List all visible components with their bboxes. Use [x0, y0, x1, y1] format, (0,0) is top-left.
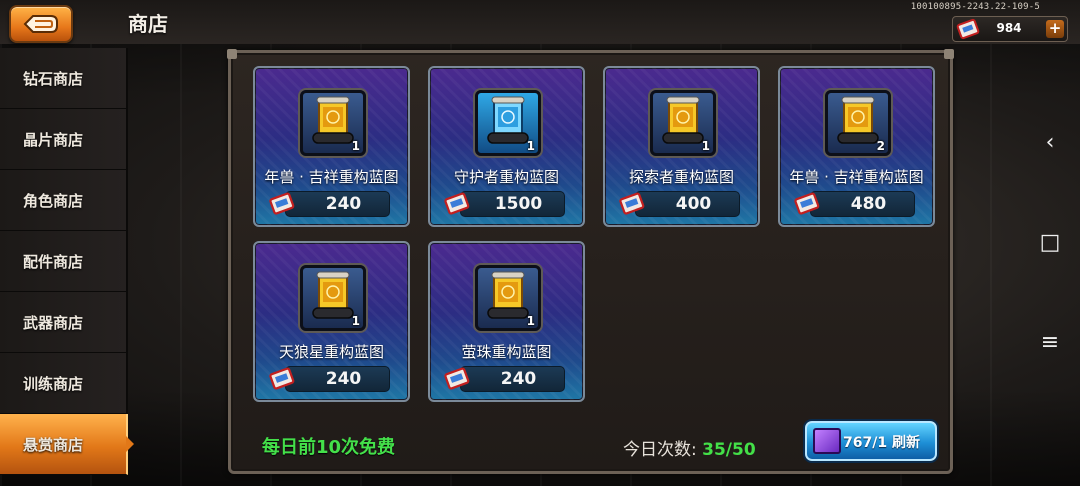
sidebar-item-label: 武器商店 — [22, 313, 83, 332]
shop-item-card[interactable]: 1 年兽 · 吉祥重构蓝图 240 — [253, 66, 410, 227]
sidebar-item-label: 钻石商店 — [22, 69, 83, 88]
sidebar-item-chip-shop[interactable]: 晶片商店 — [0, 109, 128, 170]
system-navigation: ‹ □ ≡ — [1020, 0, 1080, 486]
coupon-icon — [444, 367, 470, 390]
item-icon-frame: 1 — [300, 90, 366, 156]
item-price: 240 — [325, 194, 362, 214]
shop-item-card[interactable]: 1 天狼星重构蓝图 240 — [253, 241, 410, 402]
item-quantity: 1 — [351, 139, 360, 153]
shop-item-card[interactable]: 1 守护者重构蓝图 1500 — [428, 66, 585, 227]
item-icon-frame: 1 — [300, 265, 366, 331]
coupon-icon — [269, 367, 295, 390]
coupon-icon — [269, 192, 295, 215]
top-bar: 商店 100100895-2243.22-109-5 984 + — [0, 0, 1080, 44]
item-quantity: 1 — [526, 314, 535, 328]
item-price-bar: 240 — [460, 366, 565, 392]
item-quantity: 1 — [701, 139, 710, 153]
item-price-bar: 400 — [635, 191, 740, 217]
item-price: 400 — [675, 194, 712, 214]
sidebar-item-label: 悬赏商店 — [22, 435, 83, 454]
system-back-icon[interactable]: ‹ — [1034, 126, 1066, 158]
sidebar-item-label: 配件商店 — [22, 252, 83, 271]
system-menu-icon[interactable]: ≡ — [1034, 326, 1066, 358]
shop-item-card[interactable]: 2 年兽 · 吉祥重构蓝图 480 — [778, 66, 935, 227]
page-title: 商店 — [128, 12, 168, 36]
item-price: 240 — [325, 369, 362, 389]
coupon-icon — [444, 192, 470, 215]
item-price-bar: 1500 — [460, 191, 565, 217]
sidebar-item-character-shop[interactable]: 角色商店 — [0, 170, 128, 231]
item-price: 480 — [850, 194, 887, 214]
return-arrow-icon — [23, 15, 58, 33]
daily-count-label: 今日次数: — [623, 440, 697, 460]
sidebar-item-label: 角色商店 — [22, 191, 83, 210]
daily-count-value: 35/50 — [702, 440, 756, 460]
item-name: 守护者重构蓝图 — [453, 168, 559, 186]
sidebar-item-accessory-shop[interactable]: 配件商店 — [0, 231, 128, 292]
item-price: 1500 — [494, 194, 543, 214]
free-refresh-note: 每日前10次免费 — [262, 437, 396, 458]
shop-item-card[interactable]: 1 萤珠重构蓝图 240 — [428, 241, 585, 402]
sidebar-item-bounty-shop[interactable]: 悬赏商店 — [0, 414, 134, 475]
item-icon-frame: 1 — [475, 265, 541, 331]
refresh-button[interactable]: 767/1 刷新 — [805, 421, 937, 461]
item-icon-frame: 2 — [825, 90, 891, 156]
item-name: 天狼星重构蓝图 — [278, 343, 384, 361]
coupon-icon — [619, 192, 645, 215]
sidebar-item-weapon-shop[interactable]: 武器商店 — [0, 292, 128, 353]
sidebar-item-training-shop[interactable]: 训练商店 — [0, 353, 128, 414]
daily-count-row: 今日次数: 35/50 — [623, 435, 756, 460]
item-quantity: 1 — [351, 314, 360, 328]
sidebar-item-label: 训练商店 — [22, 374, 83, 393]
item-quantity: 1 — [526, 139, 535, 153]
sidebar-item-label: 晶片商店 — [22, 130, 83, 149]
refresh-button-label: 767/1 刷新 — [843, 435, 920, 451]
item-price-bar: 480 — [810, 191, 915, 217]
shop-item-card[interactable]: 1 探索者重构蓝图 400 — [603, 66, 760, 227]
shop-category-sidebar: 钻石商店 晶片商店 角色商店 配件商店 武器商店 训练商店 悬赏商店 — [0, 48, 134, 475]
coupon-icon — [794, 192, 820, 215]
item-name: 年兽 · 吉祥重构蓝图 — [789, 168, 924, 186]
item-price-bar: 240 — [285, 366, 390, 392]
sidebar-item-diamond-shop[interactable]: 钻石商店 — [0, 48, 128, 109]
item-quantity: 2 — [876, 139, 885, 153]
shop-panel: 1 年兽 · 吉祥重构蓝图 240 1 守护者重构蓝图 1500 1 探索者重构… — [227, 49, 954, 474]
system-home-icon[interactable]: □ — [1034, 226, 1066, 258]
item-price-bar: 240 — [285, 191, 390, 217]
item-icon-frame: 1 — [475, 90, 541, 156]
back-button[interactable] — [9, 5, 73, 43]
item-icon-frame: 1 — [650, 90, 716, 156]
item-name: 年兽 · 吉祥重构蓝图 — [264, 168, 399, 186]
refresh-ticket-icon — [813, 428, 841, 454]
shop-item-grid: 1 年兽 · 吉祥重构蓝图 240 1 守护者重构蓝图 1500 1 探索者重构… — [253, 66, 935, 402]
item-name: 萤珠重构蓝图 — [461, 343, 552, 361]
item-name: 探索者重构蓝图 — [628, 168, 734, 186]
item-price: 240 — [500, 369, 537, 389]
